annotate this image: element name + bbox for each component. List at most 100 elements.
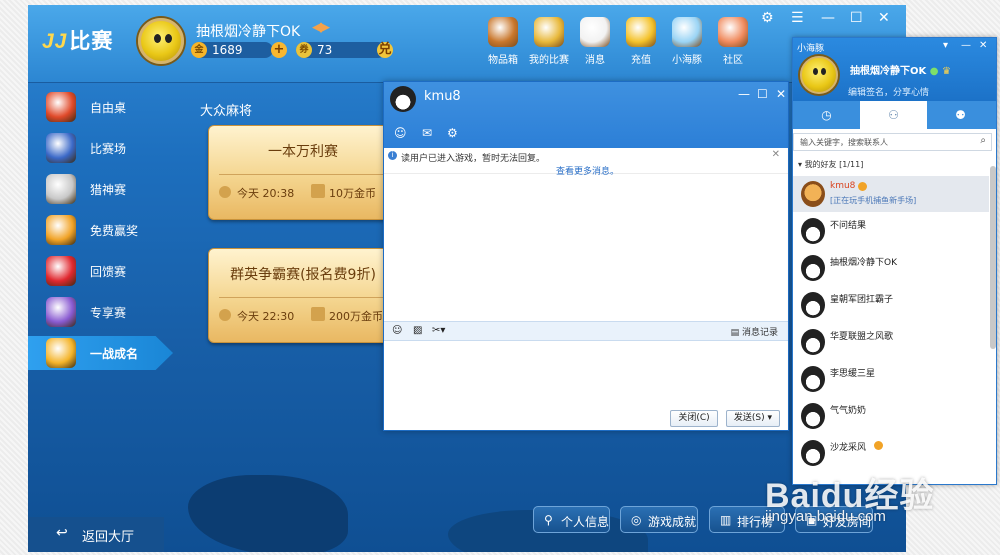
- sidebar-item-6[interactable]: 专享赛: [28, 295, 173, 329]
- friend-row[interactable]: kmu8 [正在玩手机捕鱼新手场]: [793, 176, 989, 212]
- screenshot-icon[interactable]: ✂▾: [432, 325, 445, 336]
- gear-icon[interactable]: ⚙: [447, 126, 458, 140]
- sidebar-item-5[interactable]: 回馈赛: [28, 254, 173, 288]
- tab-recent[interactable]: ◷: [793, 101, 860, 129]
- watermark-url: jingyan.baidu.com: [765, 508, 886, 525]
- search-icon[interactable]: ⌕: [980, 135, 986, 146]
- coins-icon: [311, 307, 325, 321]
- user-avatar[interactable]: [138, 18, 184, 64]
- friends-panel: 小海豚 ▾ — ✕ 抽根烟冷静下OK ● ♛ 编辑签名，分享心情 ◷ ⚇ ⚉ 输…: [792, 37, 997, 485]
- sidebar-item-3[interactable]: 猎神赛: [28, 172, 173, 206]
- panel-user-avatar[interactable]: [800, 56, 838, 94]
- friend-avatar: [801, 440, 825, 466]
- friend-avatar: [801, 181, 825, 207]
- maximize-icon[interactable]: ☐: [757, 87, 768, 101]
- minimize-icon[interactable]: —: [961, 40, 971, 51]
- scrollbar[interactable]: [990, 166, 996, 349]
- coin-balance: 金 1689: [191, 42, 273, 58]
- friend-group-header[interactable]: ▾ 我的好友 [1/11]: [798, 159, 863, 170]
- friend-row[interactable]: 抽根烟冷静下OK: [793, 250, 989, 286]
- swap-arrows-icon[interactable]: ◀▶: [312, 20, 330, 35]
- medal-icon: [46, 297, 76, 327]
- clock-icon: [219, 186, 231, 198]
- tab-contacts[interactable]: ⚇: [860, 101, 927, 129]
- friend-row[interactable]: 不问结果: [793, 213, 989, 249]
- sidebar-item-7[interactable]: 一战成名: [28, 336, 173, 370]
- username: 抽根烟冷静下OK: [196, 24, 301, 40]
- coin-icon: 金: [191, 42, 207, 58]
- gold-coins-icon: [626, 17, 656, 47]
- chat-window: kmu8 — ☐ ✕ ☺ ✉ ⚙ i 读用户已进入游戏，暂时无法回复。 查看更多…: [383, 81, 789, 431]
- minimize-icon[interactable]: —: [821, 10, 835, 26]
- top-nav-5[interactable]: 小海豚: [662, 17, 712, 66]
- close-icon[interactable]: ✕: [878, 10, 890, 26]
- menu-icon[interactable]: ☰: [791, 10, 804, 26]
- contact-avatar[interactable]: [390, 86, 416, 112]
- person-icon: ⚲: [544, 513, 553, 527]
- friend-name: 沙龙采风: [830, 443, 867, 453]
- exchange-button[interactable]: 兑: [377, 42, 393, 58]
- sidebar-item-label: 猎神赛: [90, 183, 127, 197]
- top-nav-6[interactable]: 社区: [708, 17, 758, 66]
- friend-row[interactable]: 华夏联盟之风歌: [793, 324, 989, 360]
- top-nav-3[interactable]: 消息: [570, 17, 620, 66]
- megaphone-icon: [580, 17, 610, 47]
- personal-info-button[interactable]: ⚲ 个人信息: [533, 506, 610, 533]
- heart-icon: [46, 256, 76, 286]
- dolphin-icon: [672, 17, 702, 47]
- close-chat-button[interactable]: 关闭(C): [670, 410, 718, 427]
- minimize-icon[interactable]: —: [738, 87, 750, 101]
- match-title: 一本万利赛: [268, 144, 338, 160]
- badge-icon: ◎: [631, 513, 642, 527]
- sidebar-item-4[interactable]: 免费赢奖: [28, 213, 173, 247]
- back-to-lobby-button[interactable]: ↩ 返回大厅: [28, 517, 164, 552]
- message-history-button[interactable]: ▤ 消息记录: [731, 325, 778, 338]
- contact-search-input[interactable]: 输入关键字，搜索联系人 ⌕: [793, 133, 992, 151]
- coin-amount: 1689: [212, 43, 243, 57]
- sidebar-item-1[interactable]: 自由桌: [28, 90, 173, 124]
- sidebar-item-label: 自由桌: [90, 101, 127, 115]
- emoji-icon[interactable]: ☺: [392, 325, 402, 336]
- gift-icon[interactable]: ✉: [422, 126, 432, 140]
- level-icon: ♛: [941, 66, 951, 77]
- settings-icon[interactable]: ⚙: [761, 10, 774, 26]
- contact-name: kmu8: [424, 89, 461, 104]
- top-nav-1[interactable]: 物品箱: [478, 17, 528, 66]
- sidebar-item-label: 回馈赛: [90, 265, 127, 279]
- tab-groups[interactable]: ⚉: [927, 101, 994, 129]
- maximize-icon[interactable]: ☐: [850, 10, 863, 26]
- input-toolbar: ☺ ▨ ✂▾ ▤ 消息记录: [384, 321, 788, 341]
- clock-icon: [219, 309, 231, 321]
- signature[interactable]: 编辑签名，分享心情: [848, 85, 929, 98]
- friend-row[interactable]: 气气奶奶: [793, 398, 989, 434]
- image-icon[interactable]: ▨: [413, 325, 422, 336]
- match-card[interactable]: 一本万利赛 今天 20:38 10万金币: [208, 125, 398, 220]
- game-badge-icon: [858, 182, 867, 191]
- community-house-icon: [718, 17, 748, 47]
- close-notice-icon[interactable]: ✕: [772, 149, 780, 160]
- friend-name: 华夏联盟之风歌: [830, 332, 894, 342]
- sidebar-item-2[interactable]: 比赛场: [28, 131, 173, 165]
- panel-title: 小海豚: [797, 44, 825, 54]
- close-icon[interactable]: ✕: [776, 87, 786, 101]
- achievements-button[interactable]: ◎ 游戏成就: [620, 506, 698, 533]
- add-coins-button[interactable]: +: [271, 42, 287, 58]
- game-badge-icon: [874, 441, 883, 450]
- friend-avatar: [801, 218, 825, 244]
- treasure-chest-icon: [488, 17, 518, 47]
- friend-row[interactable]: 李思缓三星: [793, 361, 989, 397]
- more-messages-link[interactable]: 查看更多消息。: [556, 164, 619, 177]
- section-title: 大众麻将: [200, 104, 253, 119]
- top-nav-2[interactable]: 我的比赛: [524, 17, 574, 66]
- friend-row[interactable]: 皇朝军团扛霸子: [793, 287, 989, 323]
- crossed-swords-icon: [46, 174, 76, 204]
- smiley-icon[interactable]: ☺: [394, 126, 407, 140]
- friend-row[interactable]: 沙龙采风: [793, 435, 989, 471]
- top-nav-4[interactable]: 充值: [616, 17, 666, 66]
- status-icon: ●: [929, 66, 939, 77]
- friend-name: 不问结果: [830, 221, 867, 231]
- match-card[interactable]: 群英争霸赛(报名费9折) 今天 22:30 200万金币: [208, 248, 398, 343]
- close-icon[interactable]: ✕: [979, 40, 987, 51]
- skin-icon[interactable]: ▾: [943, 40, 948, 51]
- send-button[interactable]: 发送(S) ▾: [726, 410, 780, 427]
